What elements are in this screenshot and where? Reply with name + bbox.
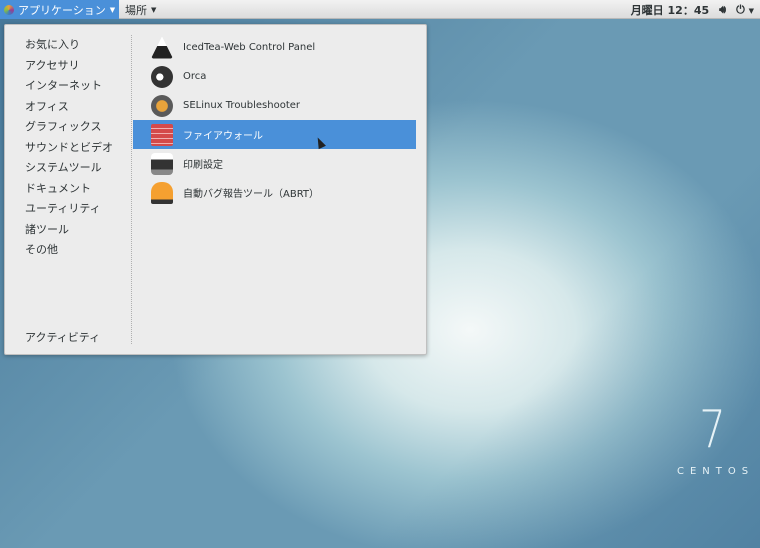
- category-internet[interactable]: インターネット: [25, 78, 113, 99]
- app-label: 自動バグ報告ツール（ABRT）: [183, 189, 320, 200]
- category-accessories[interactable]: アクセサリ: [25, 58, 113, 79]
- category-graphics[interactable]: グラフィックス: [25, 119, 113, 140]
- category-office[interactable]: オフィス: [25, 99, 113, 120]
- gnome-foot-icon: [4, 4, 14, 15]
- app-list: IcedTea-Web Control Panel Orca SELinux T…: [133, 33, 416, 207]
- app-label: IcedTea-Web Control Panel: [183, 42, 316, 53]
- category-other[interactable]: その他: [25, 242, 113, 263]
- activities-overview-button[interactable]: アクティビティ: [25, 329, 100, 345]
- power-icon[interactable]: ⏻ ▼: [736, 3, 754, 17]
- app-label: ファイアウォール: [183, 131, 263, 142]
- app-label: Orca: [183, 71, 207, 82]
- java-duke-icon: [151, 36, 173, 59]
- clock[interactable]: 月曜日 12：45: [631, 2, 709, 18]
- selinux-icon: [151, 94, 173, 117]
- app-orca[interactable]: Orca: [133, 62, 416, 91]
- category-sound-video[interactable]: サウンドとビデオ: [25, 140, 113, 161]
- centos-brand-logo: CENTOS: [677, 466, 755, 477]
- app-label: 印刷設定: [183, 160, 223, 171]
- category-list: お気に入り アクセサリ インターネット オフィス グラフィックス サウンドとビデ…: [25, 37, 113, 263]
- applications-menu: お気に入り アクセサリ インターネット オフィス グラフィックス サウンドとビデ…: [4, 24, 427, 355]
- app-firewall[interactable]: ファイアウォール: [133, 120, 416, 149]
- orca-icon: [151, 65, 173, 88]
- abrt-alarm-icon: [151, 181, 173, 204]
- app-print-settings[interactable]: 印刷設定: [133, 149, 416, 178]
- category-sundry[interactable]: 諸ツール: [25, 222, 113, 243]
- category-documents[interactable]: ドキュメント: [25, 181, 113, 202]
- app-selinux-troubleshooter[interactable]: SELinux Troubleshooter: [133, 91, 416, 120]
- centos-version-logo: 7: [699, 400, 726, 460]
- chevron-down-icon: ▼: [109, 5, 116, 14]
- category-system-tools[interactable]: システムツール: [25, 160, 113, 181]
- places-label: 場所: [125, 3, 147, 17]
- volume-icon[interactable]: 🔊︎: [719, 3, 726, 17]
- top-bar: アプリケーション ▼ 場所 ▼ 月曜日 12：45 🔊︎ ⏻ ▼: [0, 0, 760, 19]
- printer-icon: [151, 152, 173, 175]
- applications-label: アプリケーション: [18, 3, 106, 17]
- app-abrt[interactable]: 自動バグ報告ツール（ABRT）: [133, 178, 416, 207]
- applications-menu-button[interactable]: アプリケーション ▼: [0, 0, 119, 19]
- app-icedtea-web-control-panel[interactable]: IcedTea-Web Control Panel: [133, 33, 416, 62]
- places-menu-button[interactable]: 場所 ▼: [125, 0, 156, 19]
- category-favorites[interactable]: お気に入り: [25, 37, 113, 58]
- firewall-icon: [151, 123, 173, 146]
- divider: [131, 35, 132, 344]
- category-utilities[interactable]: ユーティリティ: [25, 201, 113, 222]
- chevron-down-icon: ▼: [151, 5, 157, 14]
- app-label: SELinux Troubleshooter: [183, 100, 301, 111]
